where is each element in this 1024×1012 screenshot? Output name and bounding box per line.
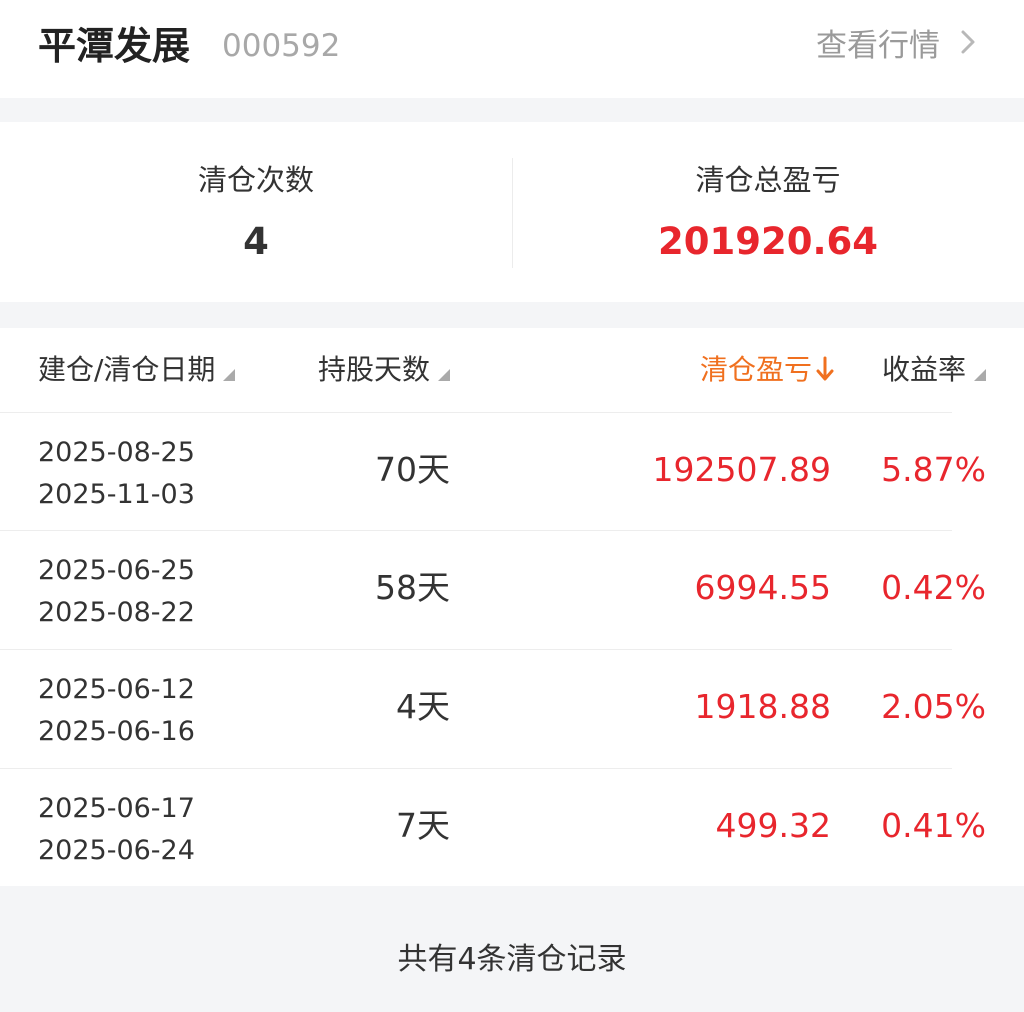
clear-pnl: 1918.88 xyxy=(694,687,831,726)
view-quote-link[interactable]: 查看行情 xyxy=(816,26,976,66)
row-divider xyxy=(0,768,952,769)
column-label-date: 建仓/清仓日期 xyxy=(38,353,216,386)
row-divider xyxy=(0,649,952,650)
column-label-days: 持股天数 xyxy=(318,353,431,386)
date-cell: 2025-06-12 2025-06-16 xyxy=(38,669,195,753)
stock-name: 平潭发展 xyxy=(38,24,191,68)
sort-triangle-icon xyxy=(223,369,236,381)
open-date: 2025-06-12 xyxy=(38,674,195,705)
table-header: 建仓/清仓日期 持股天数 清仓盈亏 收益率 xyxy=(0,328,1024,412)
view-quote-label: 查看行情 xyxy=(816,28,940,64)
row-divider xyxy=(0,530,952,531)
close-date: 2025-08-22 xyxy=(38,597,195,628)
column-label-rate: 收益率 xyxy=(882,353,967,386)
column-header-date[interactable]: 建仓/清仓日期 xyxy=(38,350,236,390)
clear-pnl: 499.32 xyxy=(715,806,831,845)
return-rate: 0.41% xyxy=(881,806,986,845)
column-header-days[interactable]: 持股天数 xyxy=(318,350,451,390)
open-date: 2025-06-17 xyxy=(38,793,195,824)
return-rate: 2.05% xyxy=(881,687,986,726)
clear-count-value: 4 xyxy=(243,220,269,263)
table-row[interactable]: 2025-08-25 2025-11-03 70天 192507.89 5.87… xyxy=(0,412,1024,530)
row-divider xyxy=(0,412,952,413)
date-cell: 2025-08-25 2025-11-03 xyxy=(38,432,195,516)
date-cell: 2025-06-17 2025-06-24 xyxy=(38,788,195,872)
clear-pnl: 192507.89 xyxy=(652,450,831,489)
chevron-right-icon xyxy=(960,26,976,66)
clear-pnl: 6994.55 xyxy=(694,568,831,607)
open-date: 2025-06-25 xyxy=(38,555,195,586)
close-date: 2025-06-16 xyxy=(38,716,195,747)
record-count-text: 共有4条清仓记录 xyxy=(397,942,627,977)
clearance-table: 建仓/清仓日期 持股天数 清仓盈亏 收益率 2025-08-25 2025-11… xyxy=(0,328,1024,886)
column-header-rate[interactable]: 收益率 xyxy=(882,350,987,390)
open-date: 2025-08-25 xyxy=(38,437,195,468)
return-rate: 5.87% xyxy=(881,450,986,489)
clear-count-block: 清仓次数 4 xyxy=(0,122,512,302)
table-row[interactable]: 2025-06-12 2025-06-16 4天 1918.88 2.05% xyxy=(0,649,1024,767)
total-pnl-block: 清仓总盈亏 201920.64 xyxy=(512,122,1024,302)
holding-days: 70天 xyxy=(375,450,450,489)
sort-triangle-icon xyxy=(974,369,987,381)
footer: 共有4条清仓记录 xyxy=(0,886,1024,1012)
clear-count-label: 清仓次数 xyxy=(197,163,314,197)
total-pnl-label: 清仓总盈亏 xyxy=(695,163,841,197)
sort-triangle-icon xyxy=(438,369,451,381)
holding-days: 58天 xyxy=(375,568,450,607)
arrow-down-icon xyxy=(816,352,834,387)
table-row[interactable]: 2025-06-25 2025-08-22 58天 6994.55 0.42% xyxy=(0,530,1024,648)
table-row[interactable]: 2025-06-17 2025-06-24 7天 499.32 0.41% xyxy=(0,768,1024,886)
header: 平潭发展 000592 查看行情 xyxy=(0,0,1024,98)
column-label-pnl: 清仓盈亏 xyxy=(699,353,812,386)
return-rate: 0.42% xyxy=(881,568,986,607)
stock-code: 000592 xyxy=(222,28,341,64)
close-date: 2025-06-24 xyxy=(38,835,195,866)
column-header-pnl[interactable]: 清仓盈亏 xyxy=(700,350,834,390)
close-date: 2025-11-03 xyxy=(38,479,195,510)
date-cell: 2025-06-25 2025-08-22 xyxy=(38,550,195,634)
summary-panel: 清仓次数 4 清仓总盈亏 201920.64 xyxy=(0,122,1024,302)
holding-days: 4天 xyxy=(396,687,450,726)
total-pnl-value: 201920.64 xyxy=(657,220,878,263)
holding-days: 7天 xyxy=(396,806,450,845)
